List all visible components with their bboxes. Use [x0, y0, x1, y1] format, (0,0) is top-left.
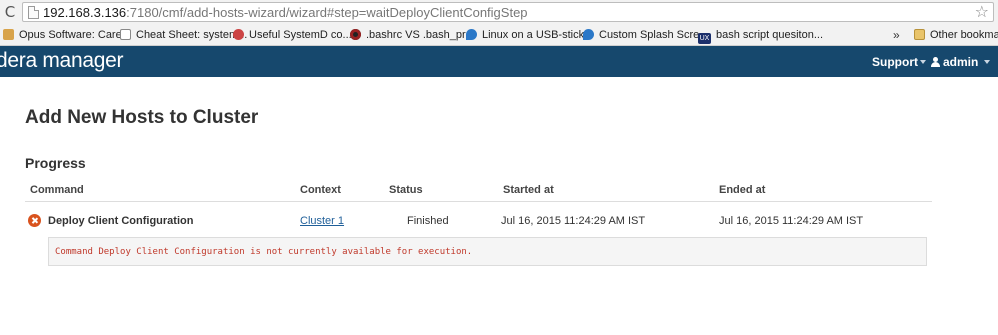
bookmark-bash-script[interactable]: UX bash script quesiton... — [698, 27, 824, 44]
top-navbar: dera manager Support admin — [0, 46, 998, 77]
other-bookmarks-folder[interactable]: Other bookmark — [914, 27, 998, 43]
support-label: Support — [872, 55, 918, 69]
command-name: Deploy Client Configuration — [48, 215, 194, 227]
context-link[interactable]: Cluster 1 — [300, 215, 344, 228]
bookmark-label: bash script quesiton... — [716, 29, 824, 41]
bookmarks-overflow-button[interactable]: » — [893, 27, 900, 43]
other-bookmarks-label: Other bookmark — [930, 29, 998, 41]
bookmarks-bar: Opus Software: Care... Cheat Sheet: syst… — [0, 24, 998, 46]
user-label: admin — [943, 55, 979, 69]
section-title: Progress — [25, 155, 86, 171]
page-title: Add New Hosts to Cluster — [25, 107, 259, 128]
url-text[interactable]: 192.168.3.136:7180/cmf/add-hosts-wizard/… — [43, 5, 528, 20]
column-header-ended: Ended at — [719, 184, 766, 196]
user-icon — [931, 57, 940, 67]
column-header-status: Status — [389, 184, 423, 196]
error-message: Command Deploy Client Configuration is n… — [55, 247, 473, 257]
bookmark-label: Useful SystemD co... — [249, 29, 352, 41]
bookmark-label: Custom Splash Scre... — [599, 29, 709, 41]
bookmark-cheat-sheet[interactable]: Cheat Sheet: system... — [120, 27, 247, 43]
bookmark-useful-systemd[interactable]: Useful SystemD co... — [233, 27, 352, 43]
caret-down-icon — [984, 60, 991, 64]
bookmark-bashrc[interactable]: .bashrc VS .bash_pr... — [350, 27, 474, 43]
drupal-icon — [583, 29, 594, 40]
ux-icon: UX — [698, 33, 711, 44]
bookmark-linux-usb[interactable]: Linux on a USB-stick... — [466, 27, 593, 43]
column-header-command: Command — [30, 184, 84, 196]
column-header-context: Context — [300, 184, 341, 196]
started-at: Jul 16, 2015 11:24:29 AM IST — [501, 215, 646, 227]
header-divider — [25, 201, 932, 202]
table-row: Deploy Client Configuration Cluster 1 Fi… — [25, 208, 932, 234]
dark-circle-icon — [350, 29, 361, 40]
document-icon — [120, 29, 131, 40]
caret-down-icon — [920, 60, 926, 64]
reload-icon[interactable]: C — [2, 3, 18, 21]
user-menu[interactable]: admin — [931, 55, 991, 69]
red-leaf-icon — [233, 29, 244, 40]
address-row: C 192.168.3.136:7180/cmf/add-hosts-wizar… — [0, 0, 998, 24]
error-icon — [28, 214, 41, 227]
status-text: Finished — [407, 215, 449, 227]
url-path: :7180/cmf/add-hosts-wizard/wizard#step=w… — [126, 5, 528, 20]
page-icon — [28, 6, 39, 19]
support-menu[interactable]: Support — [872, 55, 926, 69]
bookmark-label: Cheat Sheet: system... — [136, 29, 248, 41]
bookmark-label: .bashrc VS .bash_pr... — [366, 29, 475, 41]
folder-icon — [914, 29, 925, 40]
ended-at: Jul 16, 2015 11:24:29 AM IST — [719, 215, 864, 227]
bookmark-custom-splash[interactable]: Custom Splash Scre... — [583, 27, 708, 43]
bookmark-star-icon[interactable]: ☆ — [975, 3, 989, 21]
column-header-started: Started at — [503, 184, 554, 196]
browser-chrome: C 192.168.3.136:7180/cmf/add-hosts-wizar… — [0, 0, 998, 46]
url-host: 192.168.3.136 — [43, 5, 127, 20]
bookmark-opus-software[interactable]: Opus Software: Care... — [3, 27, 131, 43]
brand-logo[interactable]: dera manager — [0, 49, 123, 73]
address-bar[interactable]: 192.168.3.136:7180/cmf/add-hosts-wizard/… — [22, 2, 994, 22]
opus-icon — [3, 29, 14, 40]
bookmark-label: Linux on a USB-stick... — [482, 29, 594, 41]
error-message-box: Command Deploy Client Configuration is n… — [48, 237, 927, 266]
bookmark-label: Opus Software: Care... — [19, 29, 131, 41]
drupal-icon — [466, 29, 477, 40]
